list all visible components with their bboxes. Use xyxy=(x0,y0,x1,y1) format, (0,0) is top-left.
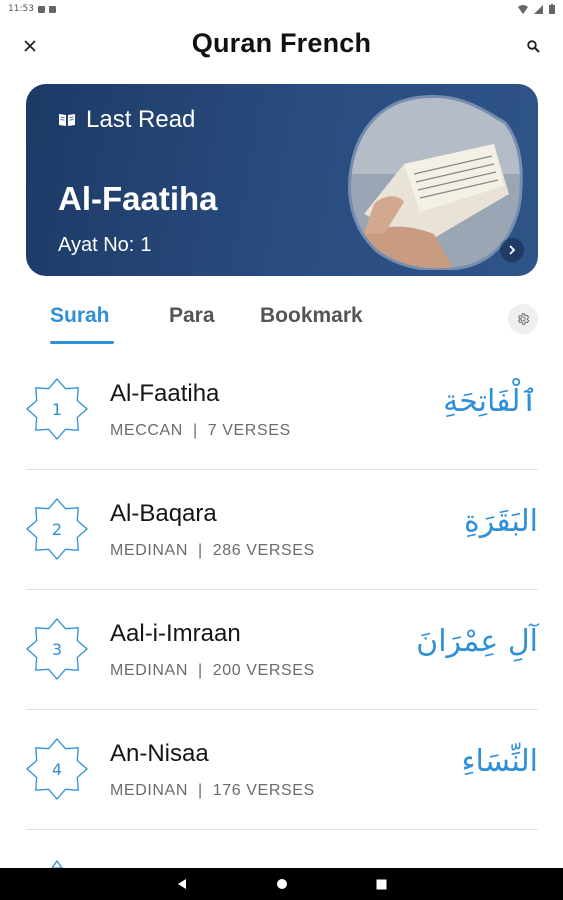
surah-meta: MEDINAN | 200 VERSES xyxy=(110,662,315,680)
tab-para[interactable]: Para xyxy=(169,304,215,328)
search-icon xyxy=(526,39,540,53)
surah-arabic-name: ٱلْفَاتِحَةِ xyxy=(443,384,538,419)
recents-icon xyxy=(376,879,387,889)
last-read-ayat: Ayat No: 1 xyxy=(58,234,151,257)
surah-meta: MEDINAN | 176 VERSES xyxy=(110,782,315,800)
surah-arabic-name: البَقَرَةِ xyxy=(464,504,538,539)
surah-meta: MEDINAN | 286 VERSES xyxy=(110,542,315,560)
wifi-icon xyxy=(518,4,528,14)
nav-back-button[interactable] xyxy=(172,874,192,894)
book-icon xyxy=(59,114,75,126)
surah-number: 4 xyxy=(51,759,63,779)
surah-row[interactable]: 1 Al-Faatiha MECCAN | 7 VERSES ٱلْفَاتِحَةِ xyxy=(26,350,538,470)
surah-meta: MECCAN | 7 VERSES xyxy=(110,422,291,440)
surah-arabic-name: آلِ عِمْرَانَ xyxy=(416,624,538,659)
surah-row[interactable]: 4 An-Nisaa MEDINAN | 176 VERSES النِّسَاءِ xyxy=(26,710,538,830)
last-read-header: Last Read xyxy=(58,106,195,134)
surah-number: 1 xyxy=(51,399,63,419)
search-button[interactable] xyxy=(521,34,545,58)
surah-name: Al-Baqara xyxy=(110,500,217,527)
quran-hands-image xyxy=(348,94,523,270)
system-nav-bar xyxy=(0,868,563,900)
signal-icon xyxy=(534,4,543,14)
surah-name: An-Nisaa xyxy=(110,740,209,767)
surah-list: 1 Al-Faatiha MECCAN | 7 VERSES ٱلْفَاتِحَةِ 2 A… xyxy=(26,350,538,830)
surah-number: 2 xyxy=(51,519,63,539)
tab-indicator xyxy=(50,341,114,344)
tab-surah[interactable]: Surah xyxy=(50,304,110,328)
home-icon xyxy=(276,879,287,889)
surah-arabic-name: النِّسَاءِ xyxy=(461,744,538,779)
nav-home-button[interactable] xyxy=(272,874,292,894)
surah-name: Al-Faatiha xyxy=(110,380,220,407)
last-read-label: Last Read xyxy=(86,106,196,133)
tab-bookmark[interactable]: Bookmark xyxy=(260,304,363,328)
surah-row[interactable]: 2 Al-Baqara MEDINAN | 286 VERSES البَقَرَةِ xyxy=(26,470,538,590)
settings-button[interactable] xyxy=(508,304,538,334)
surah-type: MECCAN xyxy=(110,422,183,439)
page-title: Quran French xyxy=(191,28,372,58)
surah-type: MEDINAN xyxy=(110,662,188,679)
sim-icon xyxy=(48,5,56,13)
surah-verses: 286 VERSES xyxy=(212,542,315,559)
meta-separator: | xyxy=(197,662,203,679)
chevron-right-icon xyxy=(509,245,516,255)
notification-icon xyxy=(37,5,45,13)
app-bar: Quran French xyxy=(0,22,563,70)
surah-type: MEDINAN xyxy=(110,782,188,799)
status-bar: 11:53 xyxy=(0,0,563,18)
surah-row[interactable]: 3 Aal-i-Imraan MEDINAN | 200 VERSES آلِ عِمْر… xyxy=(26,590,538,710)
last-read-surah: Al-Faatiha xyxy=(58,180,218,217)
meta-separator: | xyxy=(197,782,203,799)
status-time: 11:53 xyxy=(8,4,34,14)
surah-verses: 176 VERSES xyxy=(212,782,315,799)
tab-bar: Surah Para Bookmark xyxy=(26,296,538,346)
surah-verses: 200 VERSES xyxy=(212,662,315,679)
last-read-open-button[interactable] xyxy=(500,238,524,262)
surah-verses: 7 VERSES xyxy=(207,422,291,439)
battery-icon xyxy=(549,4,555,14)
last-read-card[interactable]: Last Read Al-Faatiha Ayat No: 1 xyxy=(26,84,538,276)
surah-type: MEDINAN xyxy=(110,542,188,559)
meta-separator: | xyxy=(197,542,203,559)
meta-separator: | xyxy=(192,422,198,439)
back-icon xyxy=(177,879,186,889)
ayat-value: 1 xyxy=(140,234,152,256)
surah-name: Aal-i-Imraan xyxy=(110,620,241,647)
surah-number: 3 xyxy=(51,639,63,659)
gear-icon xyxy=(517,313,530,325)
nav-recents-button[interactable] xyxy=(372,874,392,894)
ayat-label: Ayat No: xyxy=(58,234,135,256)
